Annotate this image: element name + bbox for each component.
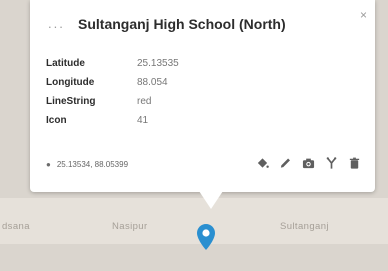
- popup-title: Sultanganj High School (North): [78, 16, 286, 32]
- map-label-sultanganj: Sultanganj: [280, 221, 329, 232]
- property-value: 88.054: [137, 77, 168, 88]
- property-value: red: [137, 96, 152, 107]
- popup-header: ... Sultanganj High School (North): [48, 14, 335, 36]
- map-label-place: dsana: [2, 221, 30, 232]
- coordinates-text: 25.13534, 88.05399: [56, 160, 129, 169]
- map-label-nasipur: Nasipur: [112, 221, 148, 232]
- close-icon[interactable]: ×: [360, 8, 367, 22]
- table-row: Icon 41: [46, 111, 179, 130]
- properties-table: Latitude 25.13535 Longitude 88.054 LineS…: [46, 54, 179, 130]
- property-value: 25.13535: [137, 58, 179, 69]
- table-row: Latitude 25.13535: [46, 54, 179, 73]
- feature-toolbar: [256, 156, 361, 170]
- popup-footer: ● 25.13534, 88.05399: [46, 156, 361, 176]
- pencil-icon[interactable]: [279, 156, 292, 170]
- popup-pointer: [199, 191, 223, 209]
- property-key: Latitude: [46, 58, 85, 69]
- property-key: Longitude: [46, 77, 95, 88]
- paint-bucket-icon[interactable]: [256, 156, 269, 170]
- title-ellipsis: ...: [48, 16, 65, 31]
- map-marker-icon[interactable]: [197, 224, 215, 250]
- property-key: Icon: [46, 115, 67, 126]
- trash-icon[interactable]: [348, 156, 361, 170]
- table-row: LineString red: [46, 92, 179, 111]
- coordinates-readout: ● 25.13534, 88.05399: [46, 160, 128, 169]
- info-popup: ... Sultanganj High School (North) × Lat…: [30, 0, 375, 192]
- property-key: LineString: [46, 96, 96, 107]
- routing-icon[interactable]: [325, 156, 338, 170]
- map-road-band: [0, 198, 388, 244]
- camera-icon[interactable]: [302, 156, 315, 170]
- property-value: 41: [137, 115, 149, 126]
- table-row: Longitude 88.054: [46, 73, 179, 92]
- location-pin-icon: ●: [46, 160, 51, 169]
